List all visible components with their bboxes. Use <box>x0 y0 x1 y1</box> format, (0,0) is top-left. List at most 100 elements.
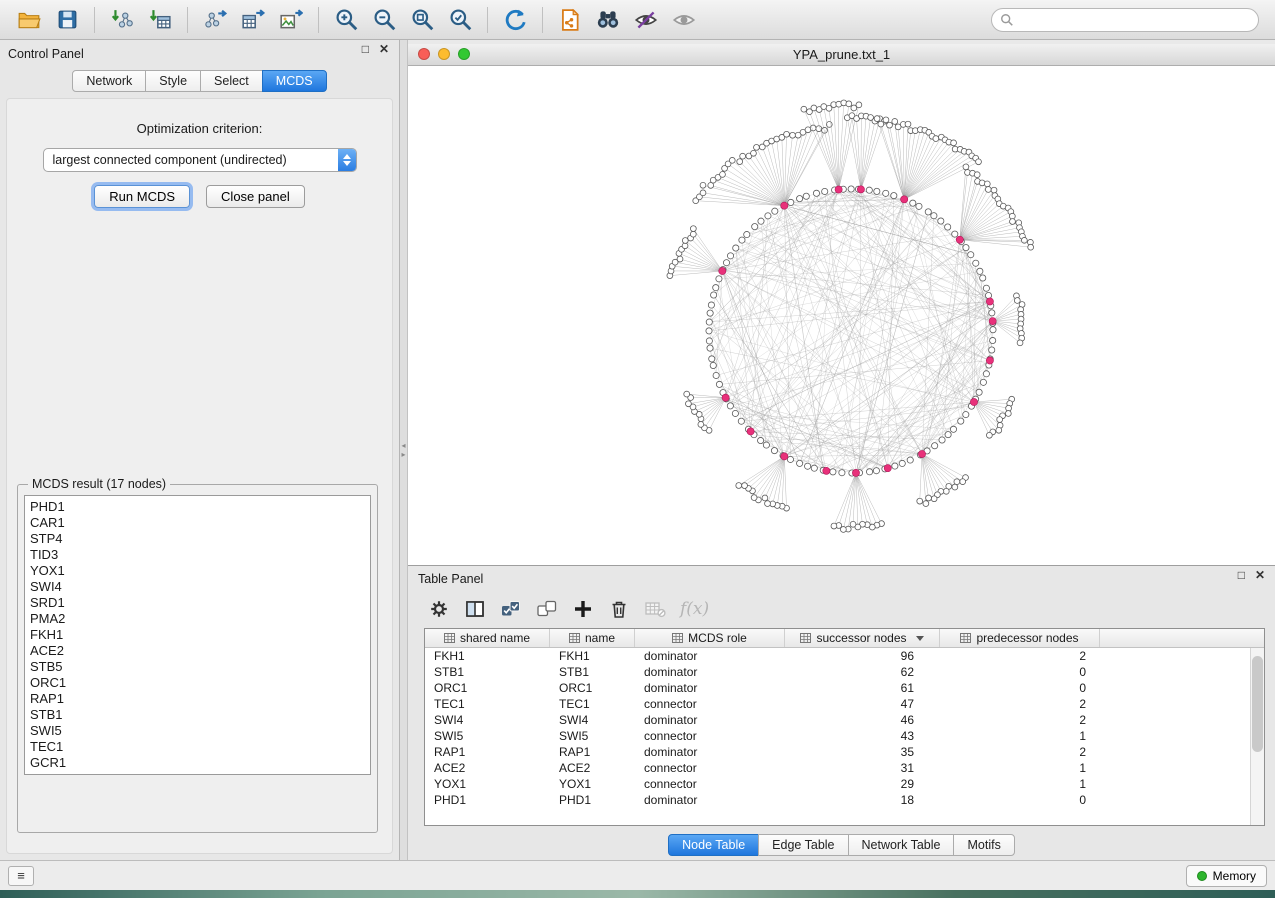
optimization-criterion-dropdown[interactable]: largest connected component (undirected) <box>43 148 357 172</box>
cell-successor-nodes: 96 <box>785 649 940 663</box>
table-scrollbar[interactable] <box>1250 648 1264 825</box>
table-settings-button[interactable] <box>424 594 454 624</box>
window-minimize-button[interactable] <box>438 48 450 60</box>
search-box <box>991 8 1259 32</box>
window-zoom-button[interactable] <box>458 48 470 60</box>
status-menu-button[interactable]: ≡ <box>8 866 34 886</box>
mcds-result-item[interactable]: SWI5 <box>30 723 365 739</box>
table-row[interactable]: RAP1 RAP1 dominator 35 2 <box>425 744 1264 760</box>
deselect-all-icon <box>535 598 559 620</box>
share-document-button[interactable] <box>552 4 588 36</box>
run-mcds-button[interactable]: Run MCDS <box>94 185 190 208</box>
find-button[interactable] <box>590 4 626 36</box>
zoom-selected-button[interactable] <box>442 4 478 36</box>
network-canvas[interactable] <box>408 66 1275 565</box>
mcds-result-item[interactable]: RAP1 <box>30 691 365 707</box>
import-table-button[interactable] <box>142 4 178 36</box>
mcds-result-item[interactable]: TEC1 <box>30 739 365 755</box>
zoom-fit-button[interactable] <box>404 4 440 36</box>
export-image-button[interactable] <box>273 4 309 36</box>
table-row[interactable]: ACE2 ACE2 connector 31 1 <box>425 760 1264 776</box>
cell-shared-name: FKH1 <box>425 649 550 663</box>
table-panel-title: Table Panel <box>418 572 483 586</box>
delete-column-button[interactable] <box>604 594 634 624</box>
zoom-out-button[interactable] <box>366 4 402 36</box>
network-view-titlebar: YPA_prune.txt_1 <box>408 44 1275 66</box>
table-row[interactable]: ORC1 ORC1 dominator 61 0 <box>425 680 1264 696</box>
cell-mcds-role: dominator <box>635 713 785 727</box>
panel-splitter[interactable]: ◂ ▸ <box>400 40 408 860</box>
table-row[interactable]: YOX1 YOX1 connector 29 1 <box>425 776 1264 792</box>
table-row[interactable]: PHD1 PHD1 dominator 18 0 <box>425 792 1264 808</box>
table-row[interactable]: SWI4 SWI4 dominator 46 2 <box>425 712 1264 728</box>
search-input[interactable] <box>1014 12 1250 28</box>
window-close-button[interactable] <box>418 48 430 60</box>
column-type-icon <box>672 633 683 643</box>
mcds-result-item[interactable]: PMA2 <box>30 611 365 627</box>
close-panel-icon[interactable]: ✕ <box>379 43 389 55</box>
table-row[interactable]: TEC1 TEC1 connector 47 2 <box>425 696 1264 712</box>
mcds-result-item[interactable]: FKH1 <box>30 627 365 643</box>
mcds-result-item[interactable]: YOX1 <box>30 563 365 579</box>
close-table-panel-icon[interactable]: ✕ <box>1255 569 1265 581</box>
hide-selection-button[interactable] <box>628 4 664 36</box>
export-table-button[interactable] <box>235 4 271 36</box>
column-header-mcds-role[interactable]: MCDS role <box>635 629 785 647</box>
create-column-button[interactable] <box>568 594 598 624</box>
column-header-shared-name[interactable]: shared name <box>425 629 550 647</box>
column-header-successor-nodes[interactable]: successor nodes <box>785 629 940 647</box>
float-table-panel-icon[interactable]: □ <box>1238 569 1245 581</box>
cell-mcds-role: connector <box>635 777 785 791</box>
desktop-background <box>0 890 1275 898</box>
select-all-rows-button[interactable] <box>496 594 526 624</box>
table-row[interactable]: FKH1 FKH1 dominator 96 2 <box>425 648 1264 664</box>
deselect-all-rows-button[interactable] <box>532 594 562 624</box>
tab-edge-table[interactable]: Edge Table <box>758 834 848 856</box>
mcds-result-item[interactable]: STB1 <box>30 707 365 723</box>
mcds-result-item[interactable]: ORC1 <box>30 675 365 691</box>
tab-node-table[interactable]: Node Table <box>668 834 759 856</box>
mcds-result-item[interactable]: SWI4 <box>30 579 365 595</box>
tab-style[interactable]: Style <box>145 70 201 92</box>
float-panel-icon[interactable]: □ <box>362 43 369 55</box>
column-header-name[interactable]: name <box>550 629 635 647</box>
mcds-result-item[interactable]: STP4 <box>30 531 365 547</box>
mcds-result-item[interactable]: ACE2 <box>30 643 365 659</box>
close-panel-button[interactable]: Close panel <box>206 185 305 208</box>
apply-layout-button[interactable] <box>497 4 533 36</box>
mcds-result-item[interactable]: TID3 <box>30 547 365 563</box>
column-header-predecessor-nodes[interactable]: predecessor nodes <box>940 629 1100 647</box>
table-row[interactable]: STB1 STB1 dominator 62 0 <box>425 664 1264 680</box>
tab-network-table[interactable]: Network Table <box>848 834 955 856</box>
cell-predecessor-nodes: 2 <box>940 697 1100 711</box>
mcds-result-list[interactable]: PHD1CAR1STP4TID3YOX1SWI4SRD1PMA2FKH1ACE2… <box>24 495 371 775</box>
mcds-result-item[interactable]: PHD1 <box>30 499 365 515</box>
save-session-button[interactable] <box>49 4 85 36</box>
tab-mcds[interactable]: MCDS <box>262 70 327 92</box>
right-area: YPA_prune.txt_1 Table Panel □ ✕ <box>408 40 1275 860</box>
cell-predecessor-nodes: 2 <box>940 745 1100 759</box>
collapse-right-icon[interactable]: ▸ <box>401 451 405 458</box>
import-network-button[interactable] <box>104 4 140 36</box>
function-builder-button-disabled[interactable]: f(x) <box>676 599 713 619</box>
clear-table-button-disabled[interactable] <box>640 594 670 624</box>
memory-button[interactable]: Memory <box>1186 865 1267 887</box>
tab-select[interactable]: Select <box>200 70 263 92</box>
memory-label: Memory <box>1213 869 1256 883</box>
node-table: shared name name MCDS role successor nod… <box>424 628 1265 826</box>
table-row[interactable]: SWI5 SWI5 connector 43 1 <box>425 728 1264 744</box>
table-scrollbar-thumb[interactable] <box>1252 656 1263 752</box>
node-table-body: FKH1 FKH1 dominator 96 2 STB1 STB1 domin… <box>425 648 1264 825</box>
mcds-result-item[interactable]: SRD1 <box>30 595 365 611</box>
tab-network[interactable]: Network <box>72 70 146 92</box>
show-columns-button[interactable] <box>460 594 490 624</box>
mcds-result-item[interactable]: GCR1 <box>30 755 365 771</box>
open-session-button[interactable] <box>11 4 47 36</box>
export-network-button[interactable] <box>197 4 233 36</box>
mcds-result-item[interactable]: CAR1 <box>30 515 365 531</box>
show-all-button[interactable] <box>666 4 702 36</box>
mcds-result-item[interactable]: STB5 <box>30 659 365 675</box>
zoom-in-button[interactable] <box>328 4 364 36</box>
tab-motifs[interactable]: Motifs <box>953 834 1014 856</box>
collapse-left-icon[interactable]: ◂ <box>401 442 405 449</box>
